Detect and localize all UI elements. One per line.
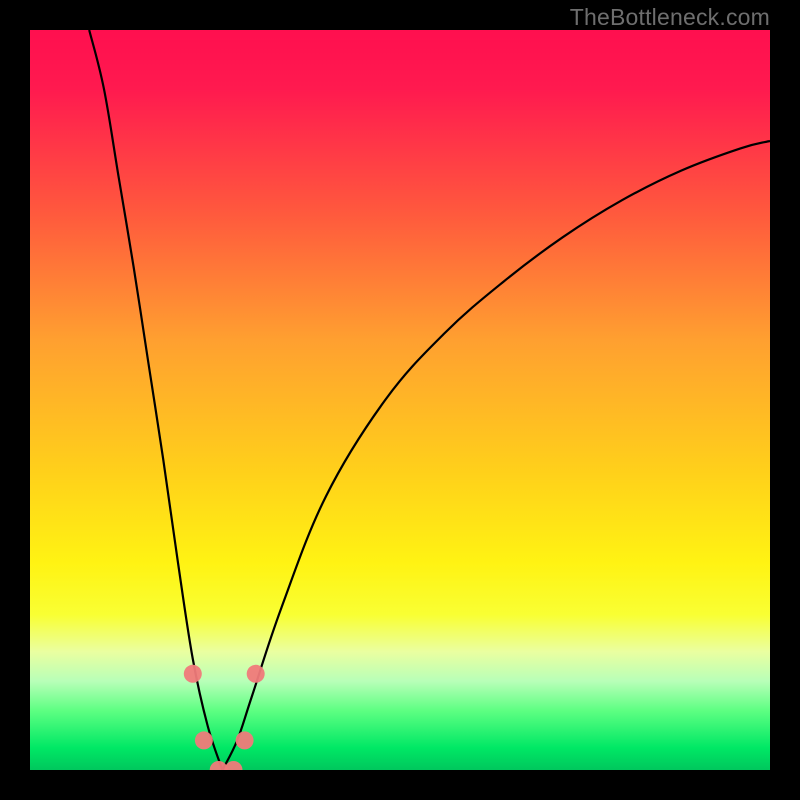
curve-layer (30, 30, 770, 770)
valley-dot (236, 731, 254, 749)
valley-dot (247, 665, 265, 683)
watermark-text: TheBottleneck.com (570, 4, 770, 31)
right-curve (222, 141, 770, 770)
left-curve (89, 30, 222, 770)
valley-dots (184, 665, 265, 770)
valley-dot (184, 665, 202, 683)
plot-area (30, 30, 770, 770)
valley-dot (195, 731, 213, 749)
chart-stage: TheBottleneck.com (0, 0, 800, 800)
